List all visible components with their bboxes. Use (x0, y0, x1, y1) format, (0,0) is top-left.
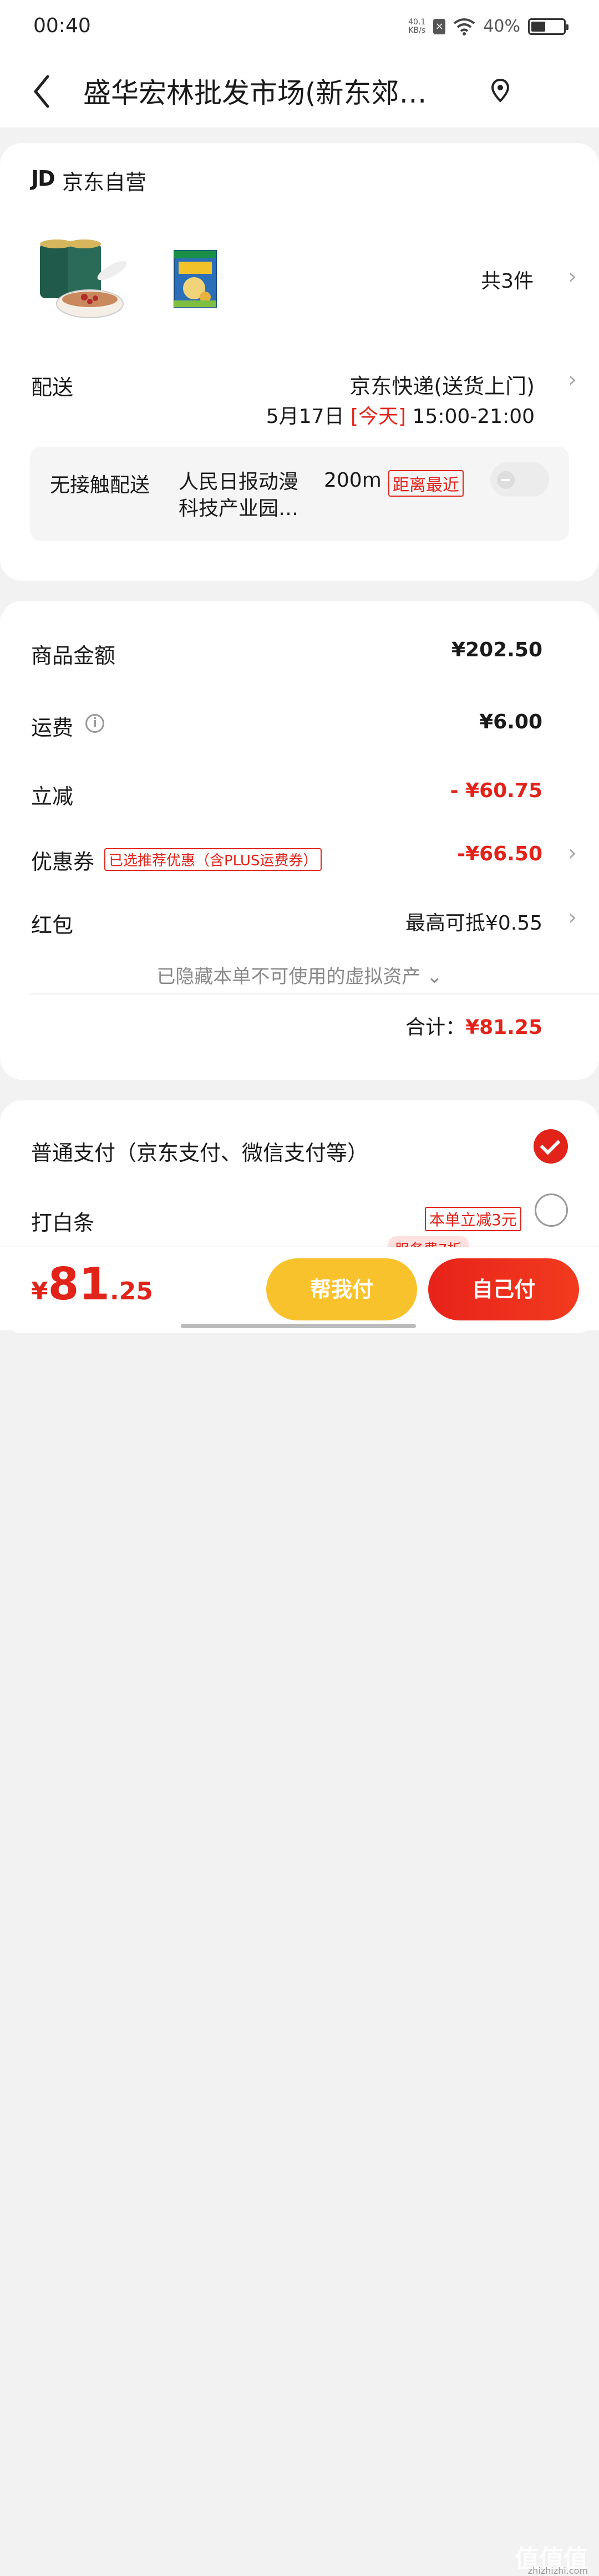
page-title[interactable]: 盛华宏林批发市场(新东郊… (83, 71, 427, 111)
delivery-date: 5月17日 (266, 405, 344, 428)
back-icon[interactable] (31, 72, 53, 111)
delivery-window: 15:00-21:00 (412, 405, 535, 428)
shipping-label: 运费 (31, 716, 74, 740)
jd-logo: JD (31, 166, 55, 191)
discount-value: - ¥60.75 (450, 779, 542, 802)
delivery-today: [今天] (350, 405, 407, 428)
divider (30, 993, 599, 994)
total-value: ¥81.25 (465, 1016, 542, 1039)
baitiao-label[interactable]: 打白条 (31, 1206, 94, 1236)
chevron-right-icon[interactable]: › (568, 264, 577, 289)
store-name: 京东自营 (62, 170, 147, 195)
network-speed-value: 40.1 (408, 17, 426, 27)
chevron-right-icon[interactable]: › (568, 840, 577, 866)
item-count[interactable]: 共3件 (481, 265, 534, 294)
contactless-label: 无接触配送 (50, 474, 150, 497)
pay-amount-int: 81 (48, 1258, 110, 1310)
delivery-label: 配送 (31, 375, 74, 400)
pay-amount: ¥81.25 (31, 1258, 153, 1310)
total: 合计：¥81.25 (405, 1011, 542, 1040)
network-speed: 40.1 KB/s (408, 18, 425, 35)
home-indicator[interactable] (181, 1324, 416, 1328)
order-card: JD 京东自营 共3件 › 配送 京东快递(送货上门) › 5月17日 [今天]… (0, 143, 599, 581)
network-speed-unit: KB/s (408, 25, 426, 35)
battery-icon (528, 18, 568, 35)
red-packet-value[interactable]: 最高可抵¥0.55 (405, 907, 542, 936)
baitiao-radio[interactable] (535, 1193, 568, 1227)
goods-amount-label: 商品金额 (31, 644, 116, 668)
discount-label: 立减 (31, 784, 74, 809)
shipping-value: ¥6.00 (479, 711, 542, 733)
coupon-label: 优惠券 (31, 850, 95, 874)
bottom-bar: ¥81.25 帮我付 自己付 值值值 zhizhizhi.com (0, 1247, 599, 2576)
product-image-cereal[interactable] (172, 248, 219, 309)
pay-amount-dec: .25 (109, 1277, 153, 1305)
coupon-tag: 已选推荐优惠（含PLUS运费券） (104, 848, 322, 871)
chevron-right-icon[interactable]: › (568, 367, 577, 392)
checked-icon[interactable] (534, 1129, 568, 1164)
delivery-time[interactable]: 5月17日 [今天] 15:00-21:00 (266, 400, 535, 429)
baitiao-tag: 本单立减3元 (425, 1207, 521, 1231)
coupon-value[interactable]: -¥66.50 (457, 843, 542, 865)
hidden-assets-toggle[interactable]: 已隐藏本单不可使用的虚拟资产 ⌄ (0, 961, 599, 988)
watermark-url: zhizhizhi.com (527, 2565, 588, 2576)
battery-percent: 40% (483, 17, 520, 36)
delivery-method[interactable]: 京东快递(送货上门) (349, 369, 535, 400)
product-image-congee[interactable] (34, 232, 134, 331)
wifi-icon (454, 18, 475, 35)
contactless-address: 人民日报动漫科技产业园… (179, 471, 299, 520)
price-summary-card: 商品金额 ¥202.50 运费 i ¥6.00 立减 - ¥60.75 优惠券 … (0, 601, 599, 1080)
status-bar: 00:40 40.1 KB/s × 40% (0, 0, 599, 55)
location-pin-icon[interactable] (489, 78, 511, 105)
status-icons: 40.1 KB/s × 40% (408, 17, 568, 36)
info-icon[interactable]: i (85, 714, 104, 733)
goods-amount-value: ¥202.50 (451, 639, 542, 661)
contactless-distance: 200m (324, 469, 382, 492)
sim-icon: × (433, 18, 446, 34)
nav-bar: 盛华宏林批发市场(新东郊… (0, 55, 599, 127)
pay-currency: ¥ (31, 1277, 48, 1305)
nearest-tag: 距离最近 (388, 470, 464, 497)
contactless-toggle[interactable] (490, 462, 549, 497)
chevron-right-icon[interactable]: › (568, 905, 577, 930)
total-label: 合计： (405, 1016, 466, 1039)
pay-myself-button[interactable]: 自己付 (428, 1258, 579, 1320)
normal-payment-label[interactable]: 普通支付（京东支付、微信支付等） (31, 1136, 368, 1166)
help-me-pay-button[interactable]: 帮我付 (266, 1258, 417, 1320)
status-time: 00:40 (33, 14, 91, 37)
red-packet-label: 红包 (31, 913, 74, 937)
contactless-delivery-box: 无接触配送 人民日报动漫科技产业园… 200m 距离最近 (30, 447, 569, 541)
